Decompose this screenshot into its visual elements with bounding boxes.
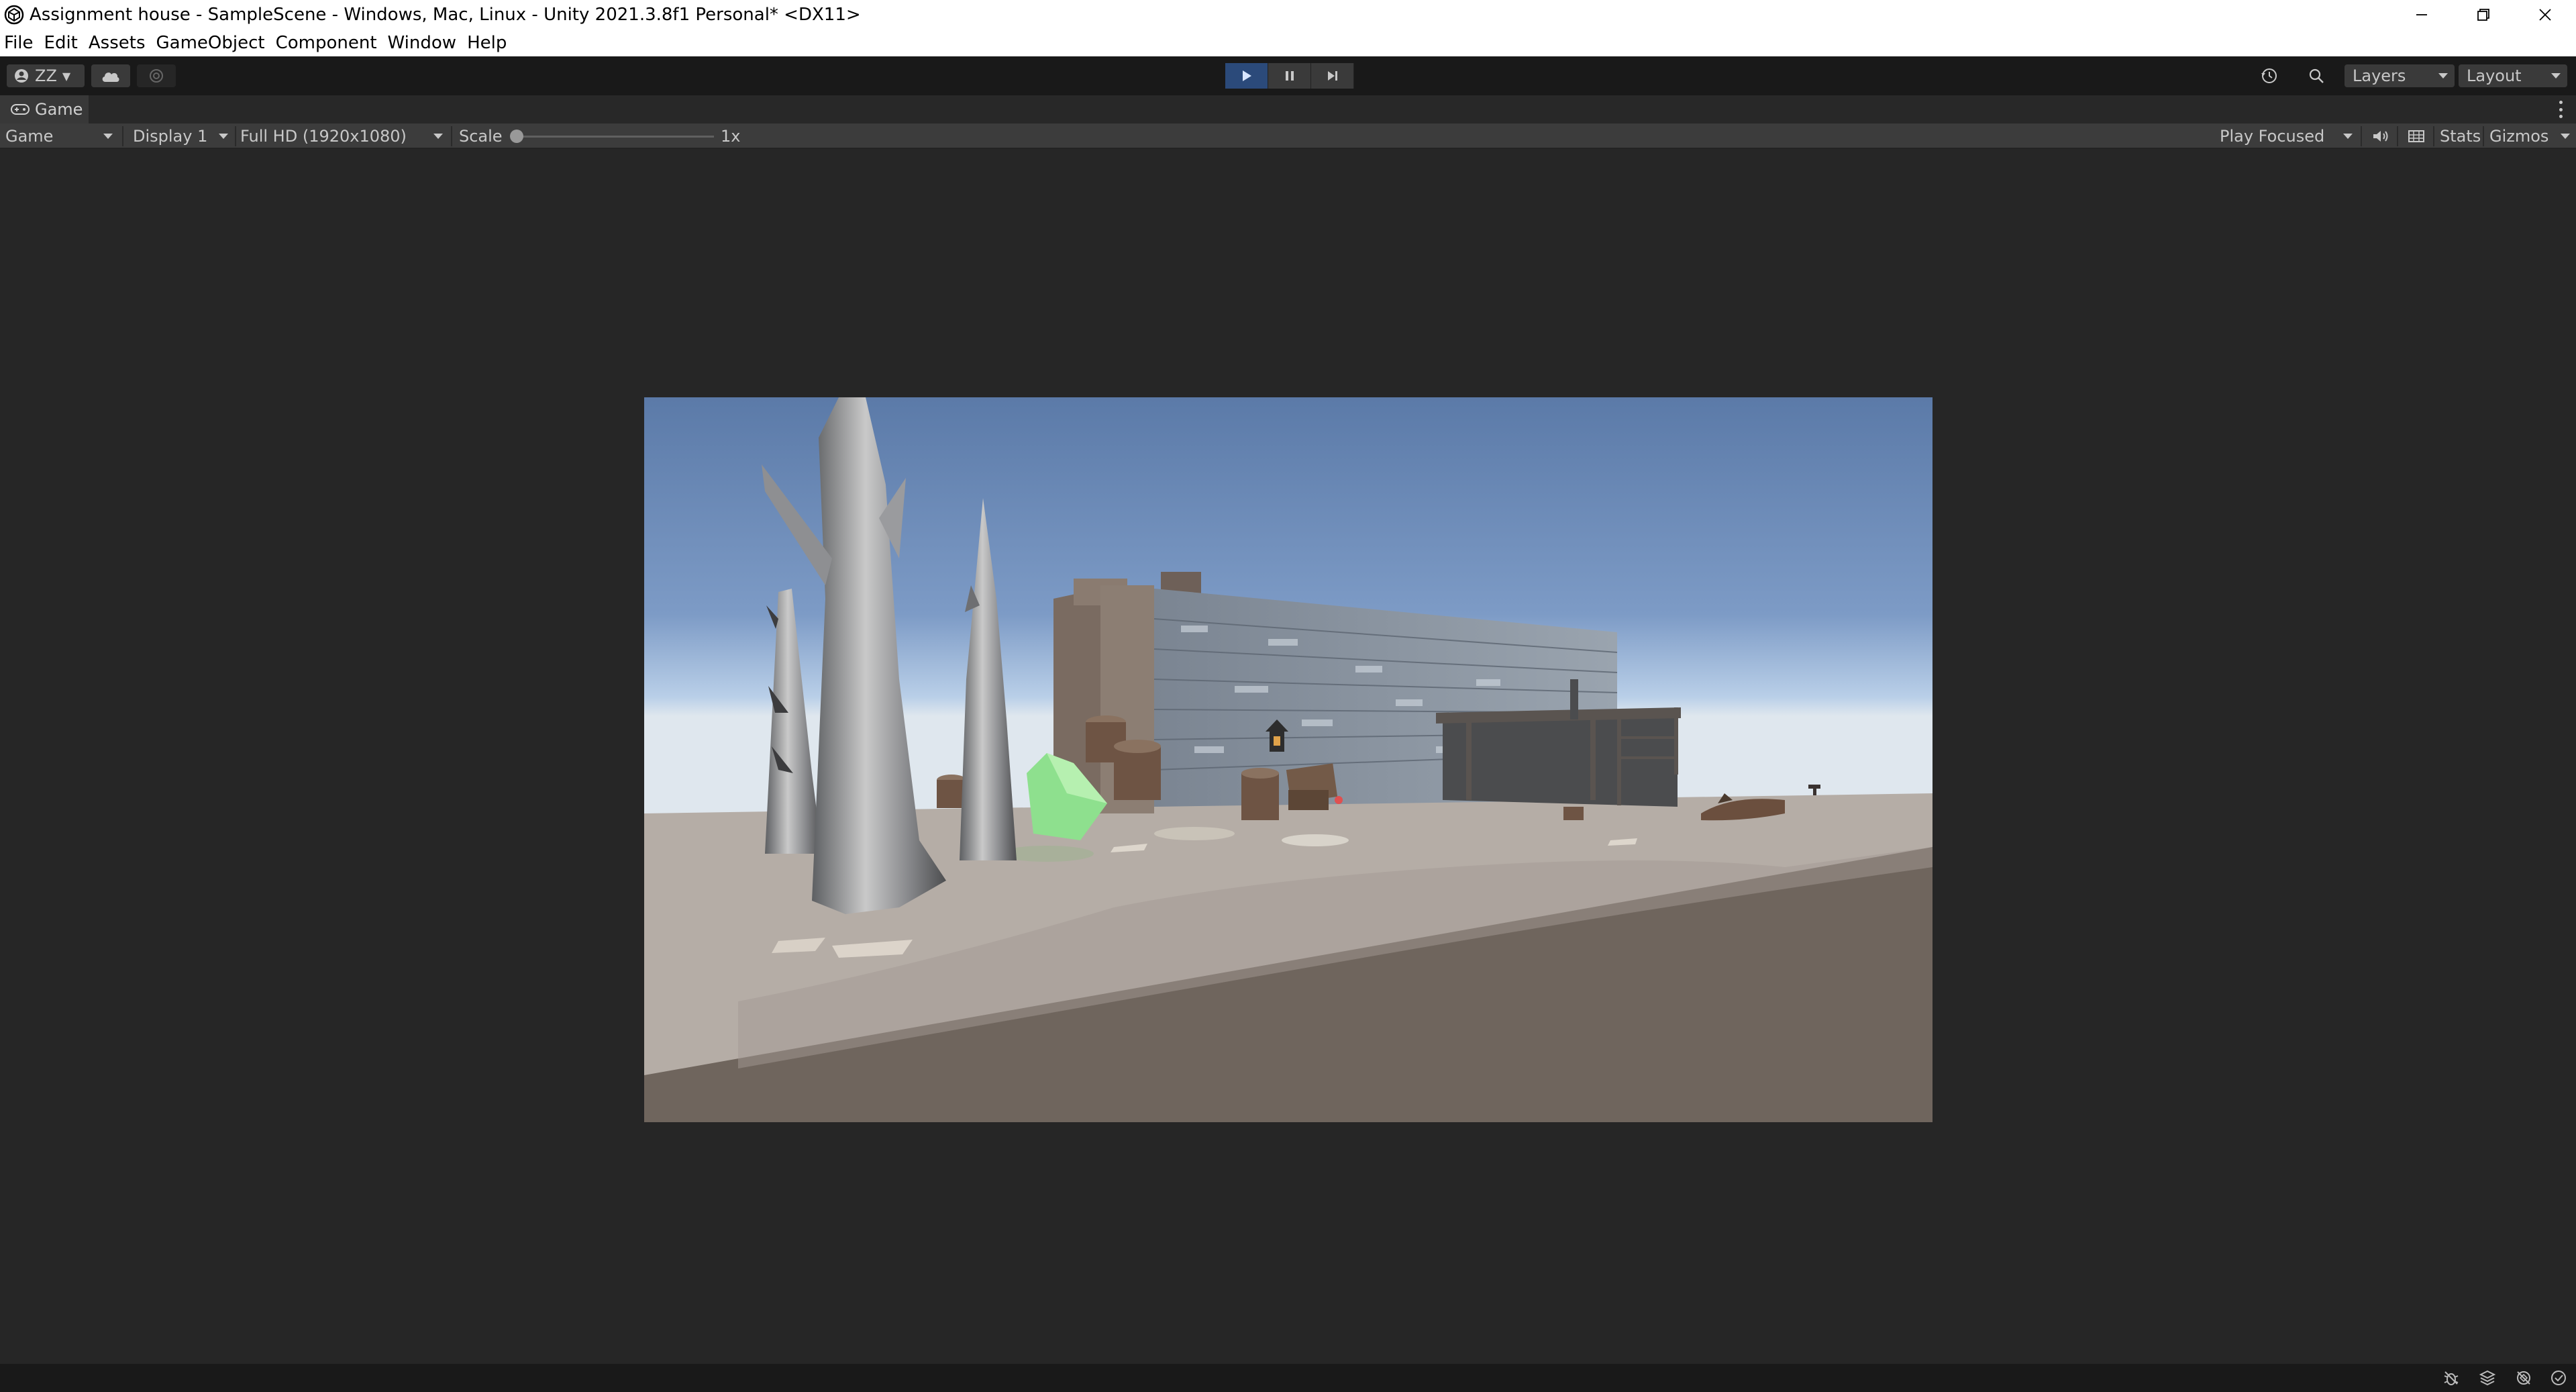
aspect-toggle-button[interactable] [2402,123,2430,149]
menu-bar: File Edit Assets GameObject Component Wi… [0,30,2576,56]
collab-icon [150,69,163,83]
window-titlebar: Assignment house - SampleScene - Windows… [0,0,2576,30]
divider [2361,126,2362,146]
window-controls [2391,0,2576,30]
divider [2433,126,2434,146]
main-toolbar: ZZ ▼ Layers Layout [0,56,2576,95]
game-mode-dropdown[interactable]: Game [5,123,118,149]
undo-history-button[interactable] [2251,64,2288,87]
audio-icon [2373,131,2388,142]
close-icon [2539,9,2551,21]
tab-game[interactable]: Game [0,95,89,123]
resolution-label: Full HD (1920x1080) [240,127,407,146]
window-title: Assignment house - SampleScene - Windows… [30,5,861,25]
play-button[interactable] [1225,63,1268,89]
menu-assets[interactable]: Assets [89,33,146,53]
game-viewport[interactable] [644,397,1933,1122]
game-tab-bar: Game [0,95,2576,123]
account-icon [15,69,28,83]
gizmos-dropdown[interactable]: Gizmos [2489,123,2574,149]
restore-button[interactable] [2453,0,2514,30]
layout-label: Layout [2467,66,2522,85]
layout-dropdown[interactable]: Layout [2459,64,2567,87]
account-dropdown[interactable]: ZZ ▼ [7,64,85,87]
chevron-down-icon [2551,73,2561,79]
tab-game-label: Game [35,100,83,119]
scale-value: 1x [721,123,740,149]
tab-options-menu[interactable] [2557,101,2564,118]
minimize-button[interactable] [2391,0,2453,30]
scale-label-text: Scale [459,127,503,146]
mute-audio-button[interactable] [2367,123,2394,149]
history-icon [2261,68,2277,83]
pause-icon [1285,71,1294,81]
layers-label: Layers [2353,66,2406,85]
divider [2397,126,2398,146]
search-icon [2309,68,2324,83]
cloud-button[interactable] [91,64,130,87]
chevron-down-icon [433,134,443,139]
menu-help[interactable]: Help [467,33,507,53]
menu-file[interactable]: File [4,33,34,53]
chevron-down-icon [2561,134,2570,139]
play-controls [1225,63,1354,89]
menu-window[interactable]: Window [388,33,457,53]
unity-logo-icon [4,5,24,25]
bug-icon[interactable] [2442,1369,2460,1387]
layers-dropdown[interactable]: Layers [2345,64,2455,87]
stack-icon[interactable] [2479,1369,2496,1387]
chevron-down-icon [103,134,113,139]
divider [451,126,452,146]
chevron-down-icon [2438,73,2448,79]
close-button[interactable] [2514,0,2576,30]
divider [235,126,236,146]
divider [2483,126,2484,146]
status-bar [0,1364,2576,1392]
stats-button[interactable]: Stats [2440,123,2481,149]
resolution-dropdown[interactable]: Full HD (1920x1080) [240,123,448,149]
chevron-down-icon: ▼ [62,69,71,83]
display-dropdown[interactable]: Display 1 [133,123,232,149]
play-mode-label: Play Focused [2220,127,2325,146]
aspect-icon [2408,130,2424,142]
gamepad-icon [11,104,30,115]
play-mode-dropdown[interactable]: Play Focused [2220,123,2359,149]
step-icon [1327,71,1337,81]
menu-gameobject[interactable]: GameObject [156,33,265,53]
gizmos-label: Gizmos [2489,127,2549,146]
play-icon [1242,70,1251,81]
game-mode-label: Game [5,127,54,146]
scale-slider-track[interactable] [513,136,714,138]
collab-button[interactable] [137,64,176,87]
network-icon[interactable] [2515,1369,2532,1387]
game-view-controls: Game Display 1 Full HD (1920x1080) Scale… [0,123,2576,149]
account-label: ZZ [35,66,57,85]
menu-edit[interactable]: Edit [44,33,78,53]
step-button[interactable] [1311,63,1354,89]
game-view-panel [0,149,2576,1364]
search-button[interactable] [2298,64,2335,87]
display-label: Display 1 [133,127,208,146]
pause-button[interactable] [1268,63,1311,89]
menu-component[interactable]: Component [276,33,377,53]
restore-icon [2477,9,2489,21]
scale-value-text: 1x [721,127,741,146]
check-icon[interactable] [2550,1369,2567,1387]
minimize-icon [2416,14,2427,15]
stats-label: Stats [2440,127,2481,146]
scale-slider-thumb[interactable] [510,130,523,143]
game-render-scene [644,397,1933,1122]
chevron-down-icon [219,134,228,139]
divider [122,126,123,146]
scale-label: Scale [459,123,503,149]
cloud-icon [102,72,119,82]
chevron-down-icon [2343,134,2353,139]
